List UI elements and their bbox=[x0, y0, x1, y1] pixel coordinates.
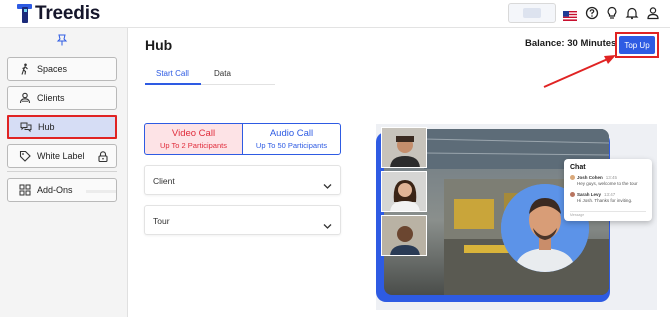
treedis-logo-icon bbox=[17, 4, 32, 24]
sidebar-item-label: Spaces bbox=[37, 64, 68, 74]
tag-icon bbox=[19, 150, 31, 162]
user-icon[interactable] bbox=[646, 6, 660, 20]
chat-time: 13:47 bbox=[604, 192, 616, 197]
topup-highlight: Top Up bbox=[615, 32, 659, 58]
video-call-title: Video Call bbox=[171, 128, 216, 139]
participant-thumbnail bbox=[381, 127, 427, 168]
clients-icon bbox=[19, 92, 31, 104]
chat-time: 13:45 bbox=[605, 175, 618, 180]
app-logo[interactable]: Treedis bbox=[17, 3, 100, 25]
lock-icon bbox=[98, 151, 108, 163]
active-tab-indicator bbox=[145, 83, 201, 85]
client-select[interactable]: Client bbox=[144, 165, 341, 195]
sidebar-item-label: Add-Ons bbox=[37, 185, 73, 195]
chat-message: Josh Cohen 13:45 Hey guys, welcome to the… bbox=[570, 175, 648, 186]
sidebar-item-add-ons[interactable]: Add-Ons bbox=[7, 178, 117, 202]
tab-data[interactable]: Data bbox=[214, 69, 231, 78]
participant-thumbnail bbox=[381, 171, 427, 212]
chat-text: Hey guys, welcome to the tour bbox=[577, 181, 638, 187]
chat-title: Chat bbox=[570, 164, 586, 171]
walking-person-icon bbox=[19, 63, 31, 75]
sidebar-item-spaces[interactable]: Spaces bbox=[7, 57, 117, 81]
client-select-label: Client bbox=[153, 176, 175, 186]
chat-author: Sarah Levy bbox=[577, 192, 602, 197]
tour-select-label: Tour bbox=[153, 216, 170, 226]
tab-bar: Start Call Data bbox=[145, 60, 275, 86]
flag-us-icon[interactable] bbox=[563, 8, 577, 21]
video-call-option[interactable]: Video Call Up To 2 Participants bbox=[144, 123, 243, 155]
app-name: Treedis bbox=[35, 3, 101, 24]
chat-author: Josh Cohen bbox=[577, 175, 603, 180]
sidebar-item-label: Clients bbox=[37, 93, 65, 103]
tab-divider bbox=[201, 84, 275, 85]
chat-text: Hi Josh. Thanks for inviting. bbox=[577, 198, 633, 204]
topup-button[interactable]: Top Up bbox=[619, 36, 655, 54]
participant-thumbnail bbox=[381, 215, 427, 256]
sidebar-item-label: White Label bbox=[37, 151, 85, 161]
video-call-subtitle: Up To 2 Participants bbox=[160, 141, 227, 150]
chat-window: Chat Josh Cohen 13:45 Hey guys, welcome t… bbox=[564, 159, 652, 221]
sidebar-item-label: Hub bbox=[38, 122, 55, 132]
add-ons-redacted bbox=[86, 190, 116, 193]
hub-illustration: Chat Josh Cohen 13:45 Hey guys, welcome t… bbox=[376, 124, 657, 310]
chevron-down-icon bbox=[323, 217, 332, 229]
bell-icon[interactable] bbox=[625, 6, 639, 20]
sidebar-item-clients[interactable]: Clients bbox=[7, 86, 117, 110]
page-title: Hub bbox=[145, 37, 173, 53]
chat-message: Sarah Levy 13:47 Hi Josh. Thanks for invi… bbox=[570, 192, 648, 203]
top-bar: Treedis bbox=[0, 0, 670, 28]
balance-label: Balance: 30 Minutes bbox=[525, 38, 617, 49]
sidebar-divider bbox=[7, 171, 117, 172]
chat-bubbles-icon bbox=[20, 121, 32, 133]
lightbulb-icon[interactable] bbox=[605, 6, 619, 20]
pin-icon[interactable] bbox=[56, 33, 68, 46]
audio-call-title: Audio Call bbox=[269, 128, 314, 139]
tour-select[interactable]: Tour bbox=[144, 205, 341, 235]
sidebar: Spaces Clients Hub White Label Add-Ons bbox=[0, 28, 128, 317]
tab-start-call[interactable]: Start Call bbox=[156, 69, 189, 78]
audio-call-subtitle: Up To 50 Participants bbox=[255, 141, 328, 150]
avatar bbox=[570, 175, 575, 181]
annotation-arrow bbox=[543, 55, 616, 88]
sidebar-item-white-label[interactable]: White Label bbox=[7, 144, 117, 168]
chevron-down-icon bbox=[323, 177, 332, 189]
audio-call-option[interactable]: Audio Call Up To 50 Participants bbox=[242, 123, 341, 155]
sidebar-item-hub[interactable]: Hub bbox=[7, 115, 117, 139]
avatar bbox=[570, 192, 575, 198]
account-switcher[interactable] bbox=[508, 3, 556, 23]
chat-input: Message bbox=[570, 211, 646, 217]
grid-icon bbox=[19, 184, 31, 196]
help-icon[interactable] bbox=[585, 6, 599, 20]
